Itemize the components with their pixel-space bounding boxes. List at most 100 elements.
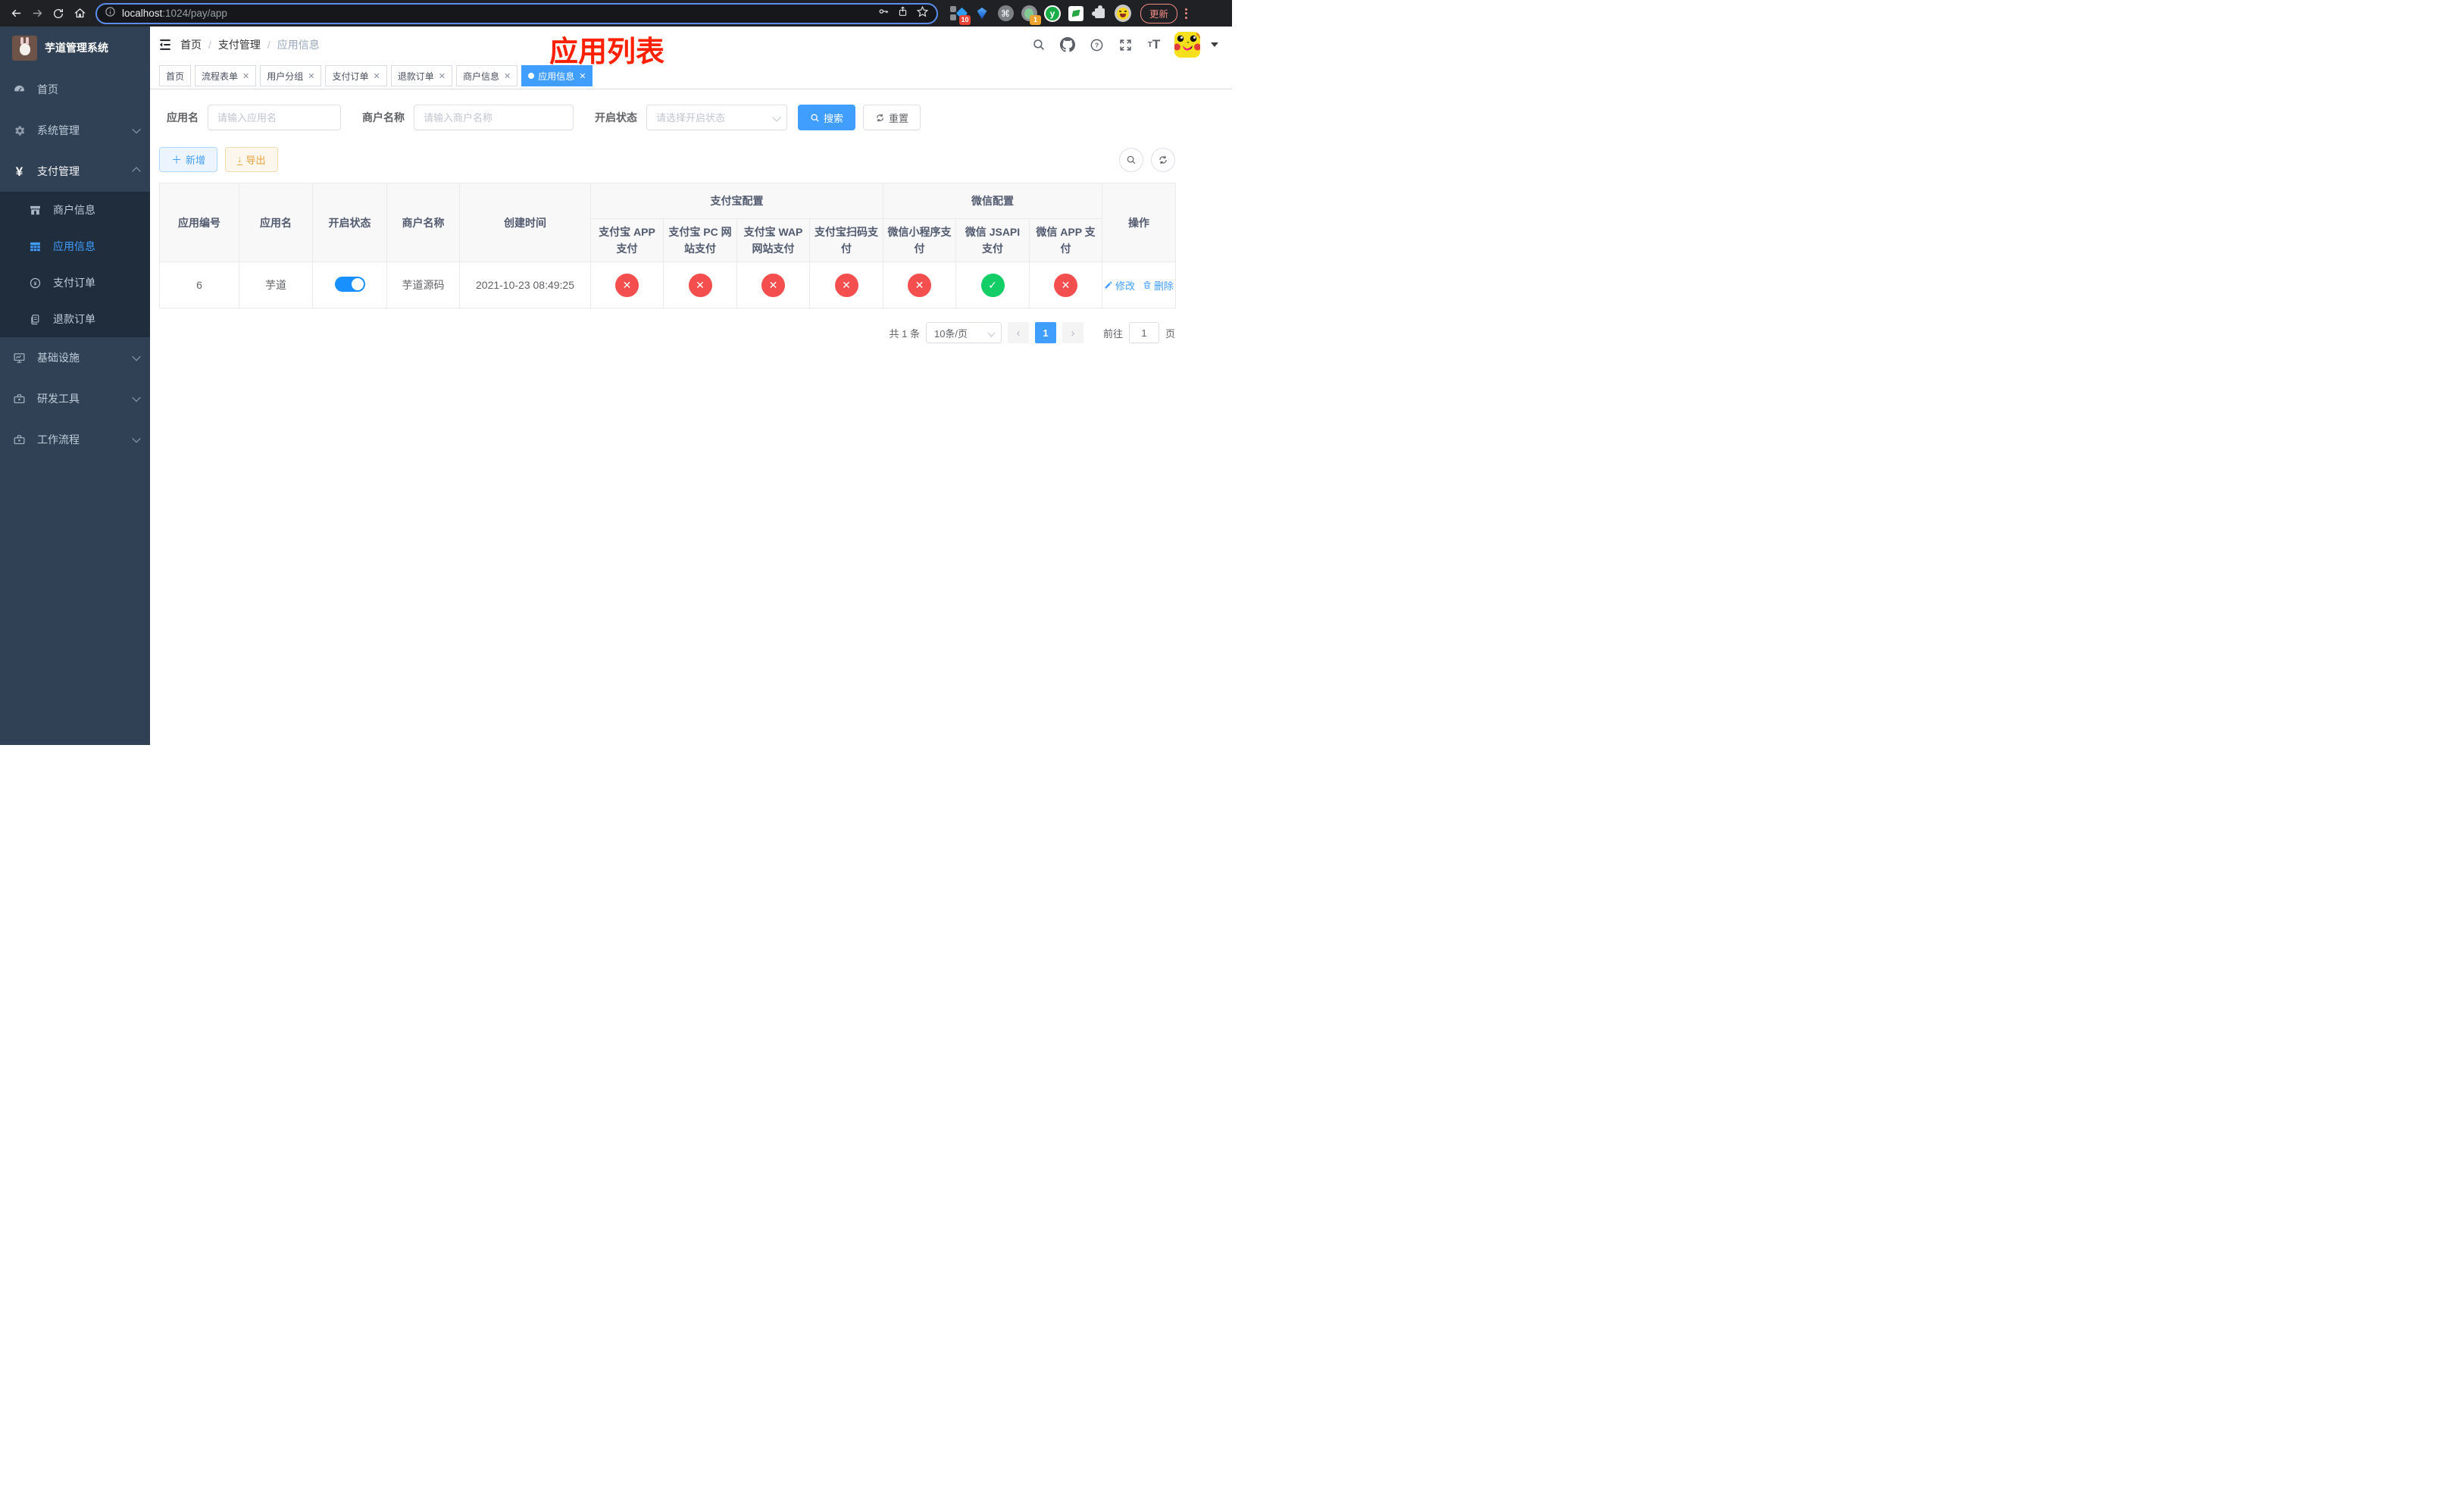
add-button[interactable]: ＋ 新增	[159, 147, 218, 172]
extensions-area: 10 ⌘ 1 y	[950, 5, 1131, 25]
extension-squares-icon[interactable]: 10	[950, 5, 971, 25]
back-icon[interactable]	[6, 4, 26, 23]
user-avatar[interactable]	[1174, 32, 1200, 58]
help-icon[interactable]: ?	[1083, 27, 1109, 63]
url-bar[interactable]: localhost:1024/pay/app	[95, 2, 938, 24]
sidebar-item-system[interactable]: 系统管理	[0, 110, 150, 151]
tab-merchant-info[interactable]: 商户信息 ✕	[455, 65, 518, 86]
next-page-button[interactable]: ›	[1062, 322, 1083, 343]
col-merchant: 商户名称	[386, 183, 460, 262]
close-icon[interactable]: ✕	[504, 71, 511, 81]
extensions-puzzle-icon[interactable]	[1091, 5, 1108, 22]
close-icon[interactable]: ✕	[439, 71, 446, 81]
app-name-input[interactable]	[208, 105, 341, 130]
sidebar-item-dev-tools[interactable]: 研发工具	[0, 378, 150, 419]
cell-merchant: 芋道源码	[386, 261, 460, 308]
extension-gem-icon[interactable]	[974, 5, 990, 22]
tab-pay-order[interactable]: 支付订单 ✕	[325, 65, 387, 86]
cell-created: 2021-10-23 08:49:25	[459, 261, 591, 308]
tags-view: 首页 流程表单 ✕ 用户分组 ✕ 支付订单 ✕ 退款订单 ✕ 商户信息 ✕ 应用信息 ✕	[150, 63, 1232, 89]
search-button[interactable]: 搜索	[798, 105, 856, 130]
avatar-caret-down-icon[interactable]	[1211, 42, 1218, 47]
svg-text:¥: ¥	[34, 280, 37, 286]
github-icon[interactable]	[1055, 27, 1080, 63]
header-search-icon[interactable]	[1026, 27, 1052, 63]
extension-green-icon[interactable]: 1	[1021, 5, 1041, 25]
tab-refund-order[interactable]: 退款订单 ✕	[390, 65, 452, 86]
sidebar-collapse-icon[interactable]	[150, 27, 180, 63]
reload-icon[interactable]	[48, 4, 68, 23]
pay-order-icon: ¥	[29, 277, 42, 290]
sidebar-item-home[interactable]: 首页	[0, 69, 150, 110]
sidebar-item-infrastructure[interactable]: 基础设施	[0, 337, 150, 378]
shop-icon	[29, 204, 42, 217]
share-icon[interactable]	[897, 5, 908, 21]
home-icon[interactable]	[70, 4, 89, 23]
status-select[interactable]	[646, 105, 787, 130]
extension-chat-icon[interactable]	[1068, 5, 1084, 22]
export-button[interactable]: ↓ 导出	[225, 147, 278, 172]
workflow-icon	[13, 434, 26, 446]
close-icon[interactable]: ✕	[308, 71, 314, 81]
sidebar-item-label: 首页	[37, 83, 58, 95]
app-title: 芋道管理系统	[45, 42, 108, 54]
refund-doc-icon	[29, 313, 42, 326]
page-number-button[interactable]: 1	[1034, 322, 1056, 343]
edit-link[interactable]: 修改	[1104, 278, 1135, 293]
sidebar-item-label: 商户信息	[53, 204, 95, 216]
payment-submenu: 商户信息 应用信息 ¥ 支付订单 退款订单	[0, 192, 150, 337]
grid-icon	[29, 240, 42, 253]
merchant-name-input[interactable]	[414, 105, 574, 130]
show-search-toggle-button[interactable]	[1119, 147, 1143, 172]
close-icon[interactable]: ✕	[579, 71, 586, 81]
extension-y-icon[interactable]: y	[1044, 5, 1061, 22]
extension-command-icon[interactable]: ⌘	[997, 5, 1014, 22]
reset-button[interactable]: 重置	[863, 105, 921, 130]
tab-user-group[interactable]: 用户分组 ✕	[260, 65, 322, 86]
sidebar-logo[interactable]: 芋道管理系统	[0, 27, 150, 69]
sidebar-item-app-info[interactable]: 应用信息	[0, 228, 150, 265]
fullscreen-icon[interactable]	[1112, 27, 1138, 63]
breadcrumb-home[interactable]: 首页	[180, 37, 202, 52]
goto-page-input[interactable]	[1128, 322, 1159, 343]
sidebar-item-merchant-info[interactable]: 商户信息	[0, 192, 150, 228]
yen-icon: ¥	[15, 164, 23, 179]
delete-link[interactable]: 删除	[1143, 278, 1174, 293]
prev-page-button[interactable]: ‹	[1007, 322, 1029, 343]
bookmark-star-icon[interactable]	[916, 5, 929, 22]
table-row: 6 芋道 芋道源码 2021-10-23 08:49:25 ✕ ✕ ✕ ✕ ✕ …	[159, 261, 1177, 308]
close-icon[interactable]: ✕	[242, 71, 249, 81]
page-size-select[interactable]: 10条/页	[925, 322, 1002, 343]
sidebar-item-pay-order[interactable]: ¥ 支付订单	[0, 265, 150, 301]
status-toggle[interactable]	[334, 276, 365, 292]
browser-update-button[interactable]: 更新	[1140, 3, 1178, 23]
refresh-table-button[interactable]	[1151, 147, 1175, 172]
sidebar-item-workflow[interactable]: 工作流程	[0, 419, 150, 460]
breadcrumb-payment[interactable]: 支付管理	[218, 37, 261, 52]
close-icon[interactable]: ✕	[374, 71, 380, 81]
page-annotation-title: 应用列表	[549, 36, 665, 68]
font-size-icon[interactable]: TT	[1141, 27, 1167, 63]
logo-rabbit-avatar	[12, 35, 37, 61]
monitor-icon	[13, 352, 26, 365]
tab-process-form[interactable]: 流程表单 ✕	[195, 65, 257, 86]
profile-avatar[interactable]	[1115, 5, 1131, 22]
password-key-icon[interactable]	[877, 5, 890, 21]
toolbox-icon	[13, 393, 26, 405]
site-info-icon[interactable]	[105, 6, 116, 21]
dashboard-icon	[13, 83, 26, 96]
forward-icon[interactable]	[27, 4, 47, 23]
breadcrumb: 首页 / 支付管理 / 应用信息	[180, 37, 320, 52]
chevron-down-icon	[987, 329, 996, 337]
col-created: 创建时间	[459, 183, 591, 262]
sidebar-item-label: 退款订单	[53, 313, 95, 325]
col-alipay-app: 支付宝 APP 支付	[590, 218, 664, 262]
sidebar-item-payment[interactable]: ¥ 支付管理	[0, 151, 150, 192]
browser-menu-icon[interactable]	[1185, 8, 1188, 19]
col-actions: 操作	[1102, 183, 1177, 262]
tab-home[interactable]: 首页	[159, 65, 192, 86]
sidebar-item-refund-order[interactable]: 退款订单	[0, 301, 150, 337]
chevron-down-icon	[132, 434, 141, 443]
status-select-input[interactable]	[646, 105, 787, 130]
chevron-up-icon	[132, 167, 141, 176]
